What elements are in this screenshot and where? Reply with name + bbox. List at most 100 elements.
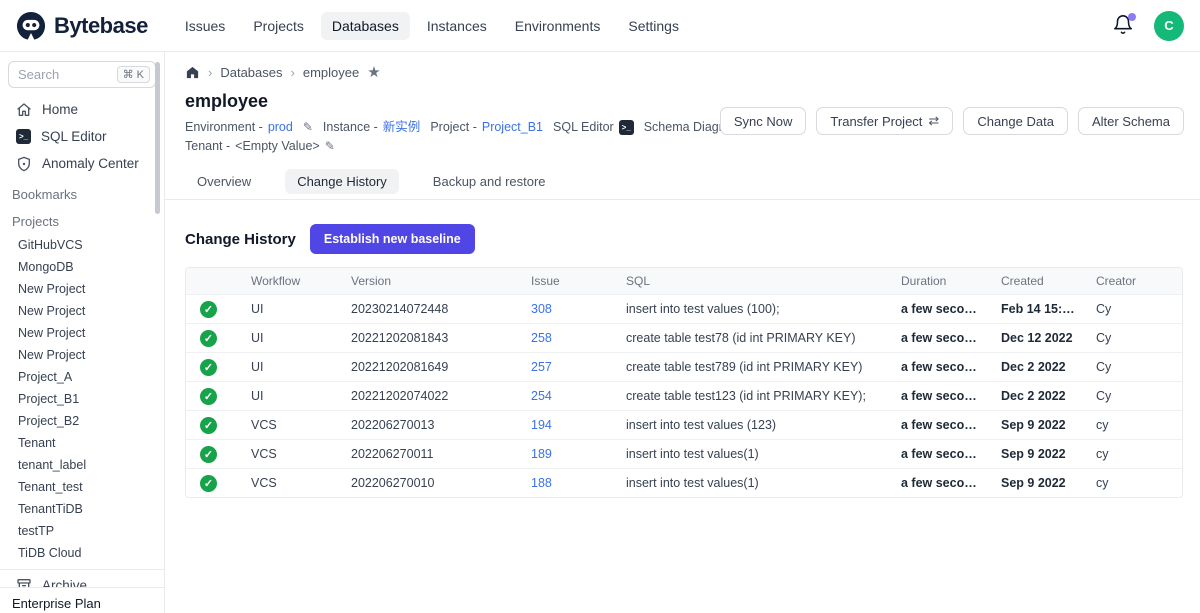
issue-link[interactable]: 188 <box>531 476 552 490</box>
issue-cell: 254 <box>521 381 616 410</box>
meta-environment: Environment - prod <box>185 119 293 136</box>
created-cell: Feb 14 15:32 <box>991 294 1086 323</box>
instance-link[interactable]: 新实例 <box>383 119 421 136</box>
issue-link[interactable]: 189 <box>531 447 552 461</box>
sidebar-item-home[interactable]: Home <box>0 96 164 123</box>
sql-cell: insert into test values (123) <box>616 410 891 439</box>
sql-cell: insert into test values(1) <box>616 468 891 497</box>
sidebar-project-item[interactable]: Project_A <box>0 366 164 388</box>
status-cell: ✓ <box>186 381 241 410</box>
sidebar-item-anomaly-center[interactable]: Anomaly Center <box>0 150 164 177</box>
edit-tenant-icon[interactable]: ✎ <box>325 138 335 155</box>
change-history-table: Workflow Version Issue SQL Duration Crea… <box>185 267 1183 498</box>
body-row: ⌘ K Home >_ SQL Editor <box>0 52 1200 613</box>
main-nav: Issues Projects Databases Instances Envi… <box>174 12 690 40</box>
breadcrumb-item-databases[interactable]: Databases <box>220 65 282 80</box>
sync-now-button[interactable]: Sync Now <box>720 107 807 135</box>
creator-cell: Cy <box>1086 352 1183 381</box>
section-head: Change History Establish new baseline <box>185 224 1200 254</box>
sidebar-project-item[interactable]: Project_B1 <box>0 388 164 410</box>
sidebar-project-item[interactable]: testTP <box>0 520 164 542</box>
sidebar-project-item[interactable]: New Project <box>0 278 164 300</box>
pen-nib-icon: ✎ <box>303 119 313 136</box>
issue-link[interactable]: 308 <box>531 302 552 316</box>
status-cell: ✓ <box>186 294 241 323</box>
alter-schema-label: Alter Schema <box>1092 114 1170 129</box>
version-cell: 20221202081843 <box>341 323 521 352</box>
project-link[interactable]: Project_B1 <box>482 119 543 136</box>
search-box[interactable]: ⌘ K <box>8 61 156 88</box>
projects-section-label: Projects <box>0 209 164 234</box>
issue-link[interactable]: 254 <box>531 389 552 403</box>
created-cell: Sep 9 2022 <box>991 410 1086 439</box>
sidebar-project-item[interactable]: TiDB Cloud <box>0 542 164 564</box>
bookmark-star-icon[interactable]: ★ <box>367 65 380 80</box>
creator-cell: Cy <box>1086 323 1183 352</box>
sidebar-item-sql-editor[interactable]: >_ SQL Editor <box>0 123 164 150</box>
table-row[interactable]: ✓ UI 20221202074022 254 create table tes… <box>186 381 1183 410</box>
issue-link[interactable]: 258 <box>531 331 552 345</box>
environment-link[interactable]: prod <box>268 119 293 136</box>
created-cell: Dec 2 2022 <box>991 381 1086 410</box>
sidebar-project-item[interactable]: Tenant_test <box>0 476 164 498</box>
establish-baseline-button[interactable]: Establish new baseline <box>310 224 475 254</box>
issue-link[interactable]: 194 <box>531 418 552 432</box>
tab-bar: Overview Change History Backup and resto… <box>165 169 1200 200</box>
search-input[interactable] <box>18 67 102 82</box>
nav-item-issues[interactable]: Issues <box>174 12 236 40</box>
table-row[interactable]: ✓ VCS 202206270011 189 insert into test … <box>186 439 1183 468</box>
environment-label: Environment - <box>185 119 263 136</box>
status-cell: ✓ <box>186 439 241 468</box>
avatar[interactable]: C <box>1154 11 1184 41</box>
notification-bell-icon[interactable] <box>1112 14 1136 38</box>
workflow-cell: VCS <box>241 410 341 439</box>
workflow-cell: VCS <box>241 468 341 497</box>
success-check-icon: ✓ <box>200 475 217 492</box>
table-row[interactable]: ✓ VCS 202206270010 188 insert into test … <box>186 468 1183 497</box>
breadcrumb: › Databases › employee ★ <box>185 65 1200 80</box>
nav-item-projects[interactable]: Projects <box>242 12 315 40</box>
sidebar-project-item[interactable]: Tenant <box>0 432 164 454</box>
nav-item-instances[interactable]: Instances <box>416 12 498 40</box>
created-cell: Sep 9 2022 <box>991 468 1086 497</box>
alter-schema-button[interactable]: Alter Schema <box>1078 107 1184 135</box>
col-version: Version <box>341 268 521 294</box>
creator-cell: Cy <box>1086 294 1183 323</box>
page-actions: Sync Now Transfer Project ⇄ Change Data … <box>720 107 1184 135</box>
sidebar-project-item[interactable]: New Project <box>0 344 164 366</box>
sidebar-project-item[interactable]: GitHubVCS <box>0 234 164 256</box>
change-data-button[interactable]: Change Data <box>963 107 1068 135</box>
sidebar-project-item[interactable]: TenantTiDB <box>0 498 164 520</box>
issue-link[interactable]: 257 <box>531 360 552 374</box>
sidebar-project-item[interactable]: New Project <box>0 300 164 322</box>
sidebar-project-item[interactable]: New Project <box>0 322 164 344</box>
table-row[interactable]: ✓ UI 20221202081649 257 create table tes… <box>186 352 1183 381</box>
plan-badge[interactable]: Enterprise Plan <box>0 587 164 613</box>
breadcrumb-item-employee[interactable]: employee <box>303 65 359 80</box>
sidebar-scrollbar[interactable] <box>155 62 160 214</box>
sidebar-project-item[interactable]: tenant_label <box>0 454 164 476</box>
brand[interactable]: Bytebase <box>16 11 148 41</box>
status-cell: ✓ <box>186 323 241 352</box>
col-created: Created <box>991 268 1086 294</box>
breadcrumb-home-icon[interactable] <box>185 65 200 80</box>
meta-sql-editor[interactable]: SQL Editor >_ <box>553 119 634 136</box>
sidebar: ⌘ K Home >_ SQL Editor <box>0 52 165 613</box>
tab-backup-and-restore[interactable]: Backup and restore <box>421 169 558 194</box>
table-row[interactable]: ✓ UI 20221202081843 258 create table tes… <box>186 323 1183 352</box>
tab-change-history[interactable]: Change History <box>285 169 399 194</box>
nav-item-settings[interactable]: Settings <box>617 12 690 40</box>
swap-arrows-icon: ⇄ <box>928 113 939 129</box>
transfer-project-button[interactable]: Transfer Project ⇄ <box>816 107 953 135</box>
nav-item-databases[interactable]: Databases <box>321 12 410 40</box>
issue-cell: 308 <box>521 294 616 323</box>
nav-item-environments[interactable]: Environments <box>504 12 612 40</box>
sidebar-project-item[interactable]: Project_B2 <box>0 410 164 432</box>
sidebar-item-label: SQL Editor <box>41 129 107 144</box>
sidebar-project-item[interactable]: MongoDB <box>0 256 164 278</box>
table-row[interactable]: ✓ VCS 202206270013 194 insert into test … <box>186 410 1183 439</box>
table-row[interactable]: ✓ UI 20230214072448 308 insert into test… <box>186 294 1183 323</box>
duration-cell: a few seconds <box>891 468 991 497</box>
tab-overview[interactable]: Overview <box>185 169 263 194</box>
status-cell: ✓ <box>186 352 241 381</box>
